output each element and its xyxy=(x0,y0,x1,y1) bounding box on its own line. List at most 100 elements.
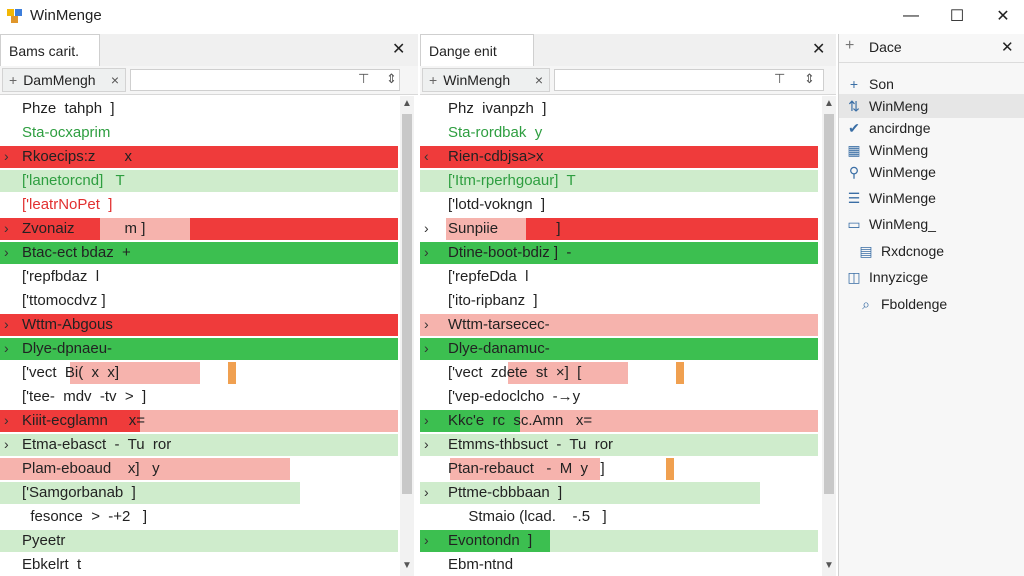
scroll-down-icon[interactable]: ▼ xyxy=(400,560,414,571)
diff-line[interactable]: › Pttme-cbbbaan ] xyxy=(420,482,818,506)
change-marker xyxy=(676,362,684,384)
diff-line[interactable]: › Evontondn ] xyxy=(420,530,818,554)
side-panel-close-icon[interactable]: ✕ xyxy=(1001,38,1014,56)
diff-line[interactable]: ['Itm-rperhgoaur] T xyxy=(420,170,818,194)
diff-line[interactable]: ‹ Rien-cdbjsa>x xyxy=(420,146,818,170)
diff-line[interactable]: ['vep-edoclcho -→y xyxy=(420,386,818,410)
line-text: Pttme-cbbbaan ] xyxy=(448,484,563,501)
diff-line[interactable]: Ebm-ntnd xyxy=(420,554,818,576)
diff-line[interactable]: Ebkelrt t xyxy=(0,554,398,576)
side-panel-item[interactable]: ▤ Rxdcnoge xyxy=(839,239,1024,263)
pin-icon[interactable]: ⇕ xyxy=(804,71,815,87)
right-file-tab[interactable]: + WinMengh × xyxy=(422,68,550,92)
side-panel-item[interactable]: ⇅ WinMeng xyxy=(839,94,1024,118)
side-panel-item-label: Fboldenge xyxy=(881,296,948,312)
diff-line[interactable]: ['Samgorbanab ] xyxy=(0,482,398,506)
diff-line[interactable]: › Dlye-dpnaeu- xyxy=(0,338,398,362)
app-logo-icon xyxy=(7,9,22,23)
right-scroll-thumb[interactable] xyxy=(824,114,834,494)
diff-line[interactable]: › Zvonaiz m ] xyxy=(0,218,398,242)
scroll-up-icon[interactable]: ▲ xyxy=(400,98,414,109)
diff-line[interactable]: › Wttm-Abgous xyxy=(0,314,398,338)
diff-line[interactable]: › Btac-ect bdaz + xyxy=(0,242,398,266)
left-file-name: DamMengh xyxy=(23,72,96,88)
line-marker-icon: › xyxy=(4,220,9,236)
line-text: Etmms-thbsuct - Tu ror xyxy=(448,436,614,453)
diff-line[interactable]: ['repfeDda l xyxy=(420,266,818,290)
diff-line[interactable]: Sta-rordbak y xyxy=(420,122,818,146)
side-panel-item[interactable]: ▭ WinMeng_ xyxy=(839,212,1024,236)
plus-icon: + xyxy=(849,76,859,92)
line-text: Ebm-ntnd xyxy=(448,556,514,573)
left-scrollbar[interactable]: ▲ ▼ xyxy=(400,96,414,576)
line-marker-icon: › xyxy=(424,316,429,332)
side-panel-item[interactable]: ▦ WinMeng xyxy=(839,138,1024,162)
diff-line[interactable]: › Sunpiie ] xyxy=(420,218,818,242)
diff-line[interactable]: ['lotd-vokngn ] xyxy=(420,194,818,218)
close-window-button[interactable]: ✕ xyxy=(980,0,1024,32)
diff-line[interactable]: Ptan-rebauct - M y ] xyxy=(420,458,818,482)
diff-line[interactable]: › Dlye-danamuc- xyxy=(420,338,818,362)
diff-line[interactable]: › Rkoecips:z x xyxy=(0,146,398,170)
diff-line[interactable]: ['leatrNoPet ] xyxy=(0,194,398,218)
line-text: ['Samgorbanab ] xyxy=(22,484,136,501)
diff-line[interactable]: ['lanetorcnd] T xyxy=(0,170,398,194)
line-text: Sta-ocxaprim xyxy=(22,124,111,141)
side-panel-item-label: Son xyxy=(869,76,894,92)
diff-line[interactable]: ['repfbdaz l xyxy=(0,266,398,290)
close-icon: ✕ xyxy=(996,8,1010,25)
line-text: ['tee- mdv -tv > ] xyxy=(22,388,147,405)
diff-line[interactable]: › Wttm-tarsecec- xyxy=(420,314,818,338)
right-document-tab[interactable]: Dange enit xyxy=(420,34,534,66)
left-pane-close-icon[interactable]: ✕ xyxy=(392,40,405,60)
line-text: Rkoecips:z x xyxy=(22,148,133,165)
line-text: Btac-ect bdaz + xyxy=(22,244,131,261)
diff-line[interactable]: › Dtine-boot-bdiz ] - xyxy=(420,242,818,266)
maximize-button[interactable]: ☐ xyxy=(934,0,980,32)
left-document-tab[interactable]: Bams carit. xyxy=(0,34,100,66)
left-scroll-thumb[interactable] xyxy=(402,114,412,494)
panel-pin-icon[interactable]: + xyxy=(845,37,854,55)
diff-line[interactable]: › Etma-ebasct - Tu ror xyxy=(0,434,398,458)
line-text: ['leatrNoPet ] xyxy=(22,196,113,213)
side-panel-item[interactable]: ◫ Innyzicge xyxy=(839,265,1024,289)
scroll-up-icon[interactable]: ▲ xyxy=(822,98,836,109)
right-scrollbar[interactable]: ▲ ▼ xyxy=(822,96,836,576)
diff-line[interactable]: ['ttomocdvz ] xyxy=(0,290,398,314)
filter-icon[interactable]: ⊤ xyxy=(358,71,369,87)
close-file-icon[interactable]: × xyxy=(535,69,543,91)
diff-line[interactable]: Phz ivanpzh ] xyxy=(420,98,818,122)
diff-line[interactable]: › Etmms-thbsuct - Tu ror xyxy=(420,434,818,458)
pin-icon[interactable]: ⇕ xyxy=(386,71,397,87)
diff-line[interactable]: ['ito-ripbanz ] xyxy=(420,290,818,314)
side-panel-item[interactable]: ⌕ Fboldenge xyxy=(839,292,1024,316)
side-panel-item[interactable]: ⚲ WinMenge xyxy=(839,160,1024,184)
right-pane-close-icon[interactable]: ✕ xyxy=(812,40,825,60)
diff-line[interactable]: Stmaio (lcad. -.5 ] xyxy=(420,506,818,530)
line-marker-icon: › xyxy=(4,436,9,452)
side-panel-item[interactable]: + Son xyxy=(839,72,1024,96)
right-file-name: WinMengh xyxy=(443,72,511,88)
diff-line[interactable]: Sta-ocxaprim xyxy=(0,122,398,146)
diff-line[interactable]: ['vect zdete st ×] [ xyxy=(420,362,818,386)
diff-line[interactable]: Pyeetr xyxy=(0,530,398,554)
diff-line[interactable]: fesonce > -+2 ] xyxy=(0,506,398,530)
minimize-button[interactable]: — xyxy=(888,0,934,32)
diff-line[interactable]: Plam-eboaud x] y xyxy=(0,458,398,482)
close-file-icon[interactable]: × xyxy=(111,69,119,91)
table-icon: ▦ xyxy=(847,142,861,158)
side-panel-item[interactable]: ✔ ancirdnge xyxy=(839,116,1024,140)
diff-line[interactable]: › Kkc'e rc sc.Amn x= xyxy=(420,410,818,434)
diff-line[interactable]: › Kiiit-ecglamn x= xyxy=(0,410,398,434)
left-code-view[interactable]: Phze tahph ] Sta-ocxaprim › Rkoecips:z x ['l… xyxy=(0,96,398,576)
side-panel-item[interactable]: ☰ WinMenge xyxy=(839,186,1024,210)
right-code-view[interactable]: Phz ivanpzh ] Sta-rordbak y ‹ Rien-cdbjsa>x… xyxy=(420,96,818,576)
left-file-tab[interactable]: + DamMengh × xyxy=(2,68,126,92)
diff-line[interactable]: Phze tahph ] xyxy=(0,98,398,122)
left-file-bar: + DamMengh × ⊤ ⇕ xyxy=(0,66,418,95)
diff-line[interactable]: ['vect Bi( x x] xyxy=(0,362,398,386)
minimize-icon: — xyxy=(903,7,919,24)
filter-icon[interactable]: ⊤ xyxy=(774,71,785,87)
scroll-down-icon[interactable]: ▼ xyxy=(822,560,836,571)
diff-line[interactable]: ['tee- mdv -tv > ] xyxy=(0,386,398,410)
